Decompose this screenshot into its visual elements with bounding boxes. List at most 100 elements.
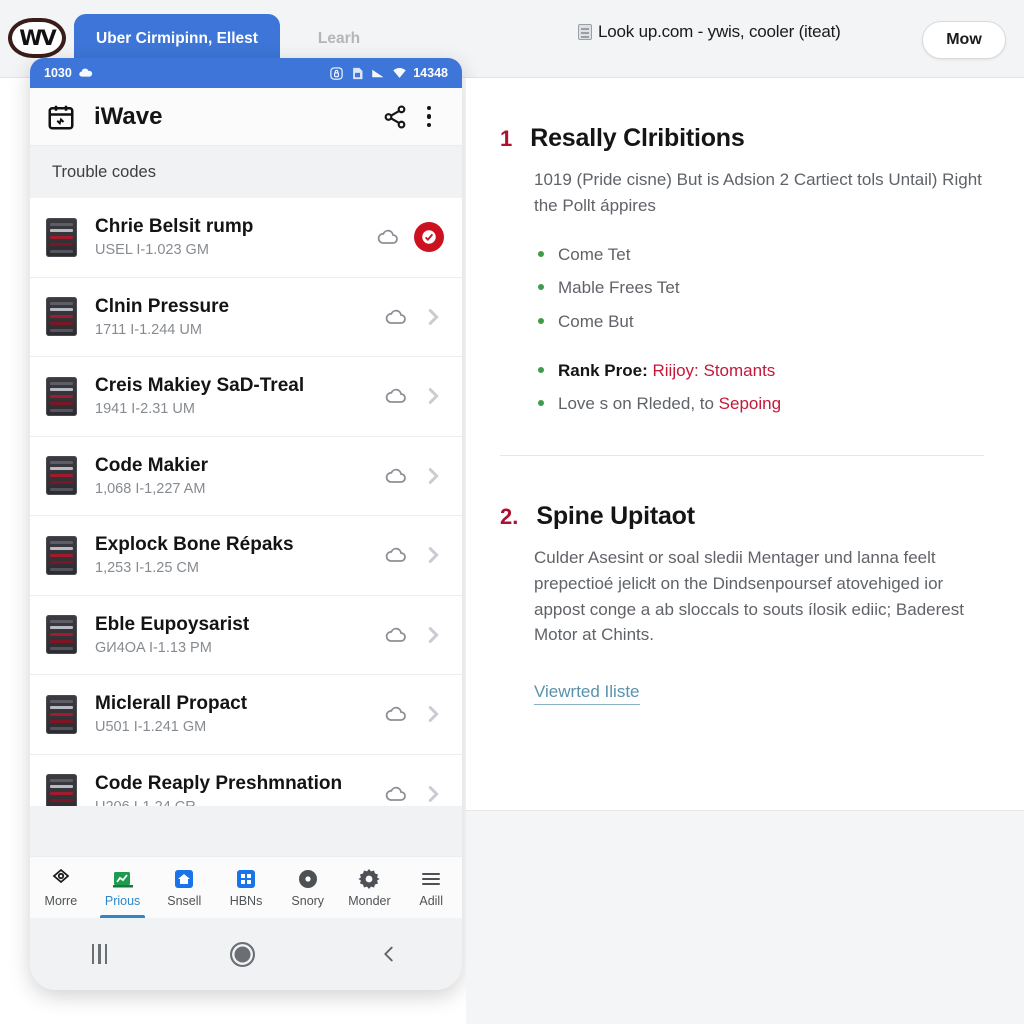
tab-learh[interactable]: Learh (280, 14, 382, 64)
list-item-text: Code Makier 1,068 I-1,227 AM (95, 455, 384, 497)
alert-check-icon (422, 230, 436, 244)
list-item-text: Chrie Belsit rump USEL I-1.023 GM (95, 216, 376, 258)
mow-button[interactable]: Mow (922, 21, 1006, 59)
list-item-actions (376, 222, 444, 253)
mow-button-label: Mow (946, 31, 982, 48)
bottom-nav-item-snory[interactable]: Snory (277, 857, 339, 918)
code-thumbnail (46, 297, 77, 337)
bullet-red-text: Riijoy: Stomants (652, 360, 776, 380)
status-bar-battery: 14348 (413, 66, 448, 80)
list-item-text: Code Reaply Preshmnation U206 I-1.24 CR (95, 773, 384, 806)
status-bar-right: 14348 (329, 66, 448, 81)
chevron-right-icon[interactable] (422, 783, 444, 805)
cloud-outline-icon[interactable] (384, 702, 408, 726)
chevron-right-icon[interactable] (422, 544, 444, 566)
bottom-nav-label: Morre (44, 894, 78, 908)
overflow-menu-button[interactable] (412, 100, 446, 134)
cloud-outline-icon[interactable] (384, 782, 408, 806)
bottom-nav-label: Snory (291, 894, 325, 908)
section-title: Resally Clribitions (530, 124, 745, 152)
more-vertical-icon (426, 105, 432, 128)
list-item-actions (384, 464, 444, 488)
section-title: Spine Upitaot (536, 501, 695, 530)
code-thumbnail (46, 774, 77, 806)
chevron-right-icon[interactable] (422, 703, 444, 725)
cloud-outline-icon[interactable] (384, 305, 408, 329)
sim-card-icon (353, 67, 363, 79)
cloud-outline-icon[interactable] (384, 623, 408, 647)
tab-active-label: Uber Cirmipinn, Ellest (96, 30, 258, 47)
chevron-right-icon[interactable] (422, 465, 444, 487)
bottom-nav-item-snsell[interactable]: Snsell (153, 857, 215, 918)
record-dot-icon (298, 870, 317, 888)
bullet-strong-text: Rank Proe: (558, 360, 648, 380)
chevron-right-icon[interactable] (422, 624, 444, 646)
list-item[interactable]: Code Makier 1,068 I-1,227 AM (30, 436, 462, 516)
home-circle-icon[interactable] (230, 941, 256, 967)
share-button[interactable] (378, 100, 412, 134)
cloud-outline-icon[interactable] (384, 384, 408, 408)
cloud-outline-icon[interactable] (384, 464, 408, 488)
bottom-nav-item-prious[interactable]: Prious (92, 857, 154, 918)
code-thumbnail (46, 456, 77, 496)
status-badge[interactable] (414, 222, 444, 253)
calendar-icon (48, 105, 74, 129)
trouble-codes-list[interactable]: Chrie Belsit rump USEL I-1.023 GM Clnin … (30, 198, 462, 806)
list-item[interactable]: Creis Makiey SaD-Treal 1941 I-2.31 UM (30, 357, 462, 437)
code-thumbnail (46, 694, 77, 734)
section-body: 1019 (Pride cisne) But is Adsion 2 Carti… (534, 170, 982, 215)
app-bar-title: iWave (94, 102, 163, 130)
list-item[interactable]: Eble Eupoysarist GИ4OA I-1.13 PM (30, 595, 462, 675)
browser-tabstrip: Uber Cirmipinn, Ellest Learh (74, 14, 382, 64)
list-item-actions (384, 702, 444, 726)
status-bar-time: 1030 (44, 66, 72, 80)
list-item-subtitle: 1,068 I-1,227 AM (95, 480, 206, 497)
list-item-title: Code Makier (95, 454, 208, 476)
list-item[interactable]: Chrie Belsit rump USEL I-1.023 GM (30, 198, 462, 278)
address-bar[interactable]: Look up.com - ywis, cooler (iteat) (578, 22, 841, 42)
list-item[interactable]: Clnin Pressure 1711 I-1.244 UM (30, 277, 462, 357)
list-item-title: Miclerall Propact (95, 693, 248, 715)
article-section-1: 1 Resally Clribitions 1019 (Pride cisne)… (466, 78, 1024, 456)
chevron-right-icon[interactable] (422, 306, 444, 328)
phone-status-bar: 1030 14348 (30, 58, 462, 88)
cloud-icon (79, 68, 92, 77)
location-pin-icon (52, 868, 70, 884)
bottom-nav-item-adill[interactable]: Adill (400, 857, 462, 918)
tab-active[interactable]: Uber Cirmipinn, Ellest (74, 14, 280, 64)
cloud-outline-icon[interactable] (376, 225, 400, 249)
list-section-header-label: Trouble codes (52, 162, 156, 181)
page-favicon-icon (578, 24, 592, 40)
bottom-nav-item-morre[interactable]: Morre (30, 857, 92, 918)
cloud-outline-icon[interactable] (384, 543, 408, 567)
list-item-actions (384, 305, 444, 329)
list-item-actions (384, 623, 444, 647)
bullet-item: Come But (538, 310, 984, 335)
section-number: 2. (500, 503, 519, 529)
list-item[interactable]: Explock Bone Répaks 1,253 I-1.25 CM (30, 516, 462, 596)
code-thumbnail (46, 615, 77, 655)
list-item[interactable]: Code Reaply Preshmnation U206 I-1.24 CR (30, 754, 462, 806)
list-item-title: Clnin Pressure (95, 295, 230, 317)
recents-icon[interactable] (91, 944, 108, 964)
list-item[interactable]: Miclerall Propact U501 I-1.241 GM (30, 675, 462, 755)
bottom-nav-item-monder[interactable]: Monder (339, 857, 401, 918)
brand-logo-text: WV (19, 25, 56, 50)
chevron-right-icon[interactable] (422, 385, 444, 407)
list-item-title: Code Reaply Preshmnation (95, 772, 343, 794)
view-list-link-row: Viewrted Iliste (534, 682, 984, 706)
section-number: 1 (500, 126, 513, 151)
list-item-subtitle: U501 I-1.241 GM (95, 719, 207, 736)
list-item-text: Explock Bone Répaks 1,253 I-1.25 CM (95, 534, 384, 576)
bottom-nav-item-hbns[interactable]: HBNs (215, 857, 277, 918)
view-list-link[interactable]: Viewrted Iliste (534, 682, 640, 706)
list-item-subtitle: 1941 I-2.31 UM (95, 401, 195, 418)
code-thumbnail (46, 217, 77, 257)
building-blue-icon (237, 870, 256, 888)
list-item-subtitle: GИ4OA I-1.13 PM (95, 639, 212, 656)
list-item-text: Creis Makiey SaD-Treal 1941 I-2.31 UM (95, 375, 384, 417)
wv-brand-logo-icon: WV (8, 18, 66, 58)
hamburger-icon (422, 873, 441, 885)
app-bar: iWave (30, 88, 462, 146)
back-chevron-icon[interactable] (378, 943, 400, 965)
